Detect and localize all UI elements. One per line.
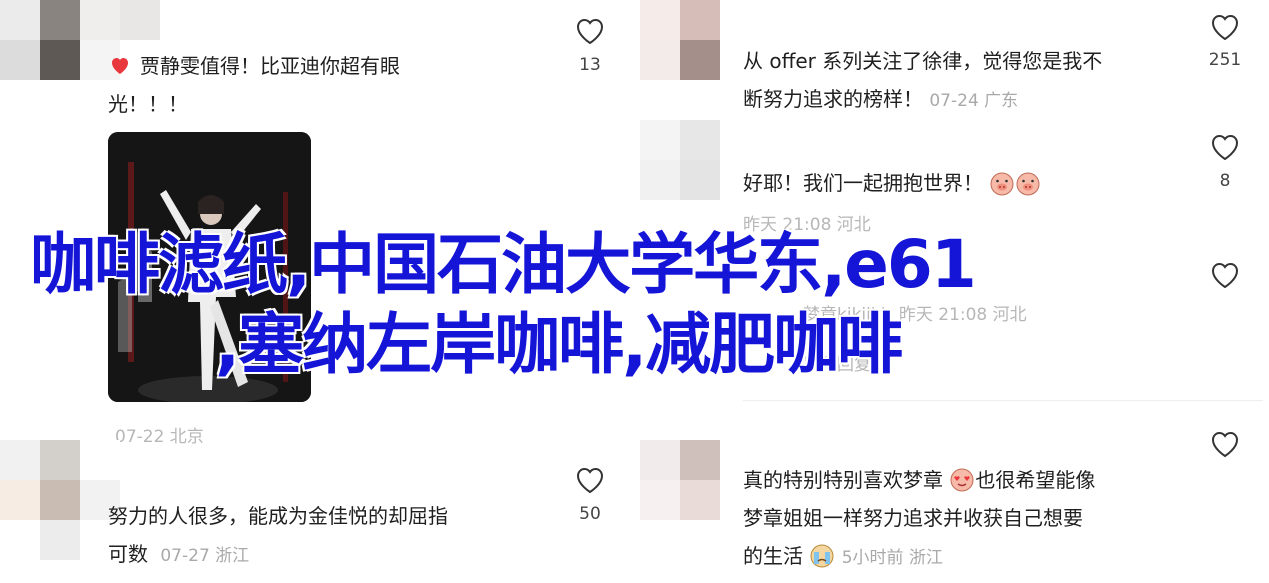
- comment-text-line: 断努力追求的榜样！: [743, 87, 923, 111]
- like-count: 13: [579, 55, 601, 75]
- avatar-blurred[interactable]: [0, 440, 120, 560]
- comment-text: 努力的人很多，能成为金佳悦的却屈指 可数 07-27 浙江: [108, 497, 448, 575]
- like-count: 50: [579, 504, 601, 524]
- comment-meta: 5小时前 浙江: [841, 548, 943, 568]
- like-heart-icon[interactable]: [573, 14, 607, 48]
- avatar-blurred[interactable]: [640, 120, 760, 200]
- pig-face-emoji-icon: [989, 170, 1015, 196]
- comment-text-line: 光！！！: [108, 92, 188, 116]
- comment-text-line: 真的特别特别喜欢梦章: [743, 468, 943, 492]
- comment-meta: 07-24 广东: [929, 91, 1019, 111]
- overlay-title-line2: ,塞纳左岸咖啡,减肥咖啡: [215, 306, 903, 383]
- comment-text-line: 努力的人很多，能成为金佳悦的却屈指: [108, 504, 448, 528]
- comment-text-line: 从 offer 系列关注了徐律，觉得您是我不: [743, 49, 1103, 73]
- like-heart-icon[interactable]: [1208, 130, 1242, 164]
- comment-text-line: 的生活: [743, 544, 803, 568]
- avatar-blurred[interactable]: [640, 440, 720, 520]
- comment-text-line: 贾静雯值得！比亚迪你超有眼: [140, 54, 400, 78]
- comment-text: 从 offer 系列关注了徐律，觉得您是我不 断努力追求的榜样！ 07-24 广…: [743, 42, 1102, 120]
- comment-text-line: 好耶！我们一起拥抱世界！: [743, 171, 983, 195]
- overlay-title-line1: 咖啡滤纸,中国石油大学华东,e61: [30, 226, 977, 303]
- heart-emoji-icon: [108, 51, 132, 75]
- comment-meta: 07-27 浙江: [160, 546, 250, 566]
- heart-eyes-emoji-icon: [949, 467, 975, 493]
- comment-meta: 07-22 北京: [115, 427, 204, 447]
- comment-text-line: 也很希望能像: [975, 468, 1096, 492]
- comment-text: 贾静雯值得！比亚迪你超有眼 光！！！: [108, 47, 400, 123]
- comment-text: 好耶！我们一起拥抱世界！: [743, 164, 1041, 202]
- comment-text-line: 梦章姐姐一样努力追求并收获自己想要: [743, 506, 1083, 530]
- like-heart-icon[interactable]: [1208, 258, 1242, 292]
- comment-text-line: 可数: [108, 542, 148, 566]
- comment-text: 真的特别特别喜欢梦章 也很希望能像 梦章姐姐一样努力追求并收获自己想要 的生活 …: [743, 461, 1095, 577]
- avatar-blurred-2: [40, 0, 80, 80]
- pig-face-emoji-icon: [1015, 170, 1041, 196]
- like-heart-icon[interactable]: [1208, 427, 1242, 461]
- avatar-blurred[interactable]: [640, 0, 720, 80]
- crying-face-emoji-icon: [809, 543, 835, 569]
- like-count: 251: [1208, 50, 1242, 70]
- like-heart-icon[interactable]: [573, 463, 607, 497]
- reply-divider: [743, 400, 1263, 401]
- like-heart-icon[interactable]: [1208, 10, 1242, 44]
- reply-meta: 昨天 21:08 河北: [898, 305, 1027, 325]
- like-count: 8: [1219, 171, 1231, 191]
